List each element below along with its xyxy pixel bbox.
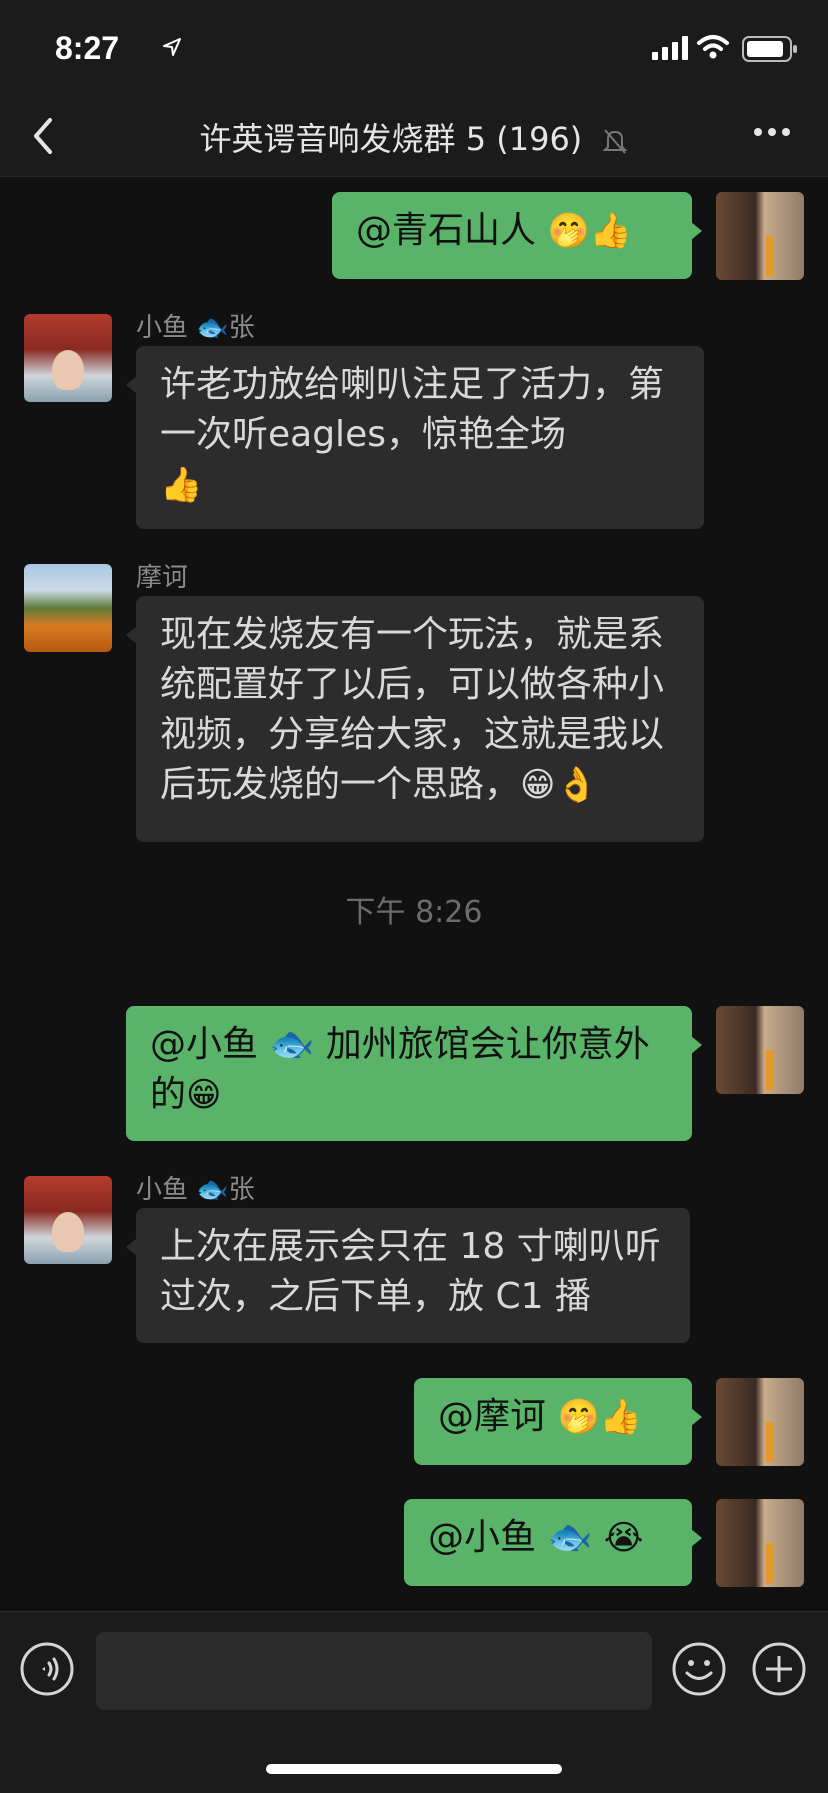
message-emoji: 🤭👍 <box>547 211 633 251</box>
mute-bell-icon <box>603 129 628 154</box>
sender-name: 摩诃 <box>136 563 189 593</box>
message-emoji: 😭 <box>603 1518 644 1558</box>
message-emoji: 😁👌 <box>520 765 598 805</box>
status-time: 8:27 <box>55 30 120 66</box>
message-text: @小鱼 🐟 <box>428 1517 604 1558</box>
chat-title: 许英谔音响发烧群 5 (196) <box>0 114 828 160</box>
message-text: @青石山人 <box>356 210 548 251</box>
sender-avatar[interactable] <box>24 1176 112 1264</box>
chat-title-text: 许英谔音响发烧群 5 (196) <box>199 120 583 158</box>
message-emoji: 🤭👍 <box>557 1397 643 1437</box>
emoji-icon[interactable] <box>672 1642 726 1696</box>
my-avatar[interactable] <box>716 192 804 280</box>
sender-name: 小鱼 🐟张 <box>136 1175 255 1205</box>
sender-avatar[interactable] <box>24 564 112 652</box>
message-text: @摩诃 <box>438 1396 558 1437</box>
message-text: @小鱼 🐟 加州旅馆会让你意外的 <box>150 1024 650 1115</box>
message-emoji: 😁 <box>186 1075 222 1115</box>
message-text: 上次在展示会只在 18 寸喇叭听过次，之后下单，放 C1 播 <box>160 1226 661 1317</box>
my-avatar[interactable] <box>716 1499 804 1587</box>
battery-icon <box>742 36 797 62</box>
chat-timestamp: 下午 8:26 <box>345 895 483 930</box>
location-arrow-icon <box>163 38 181 56</box>
message-bubble-outgoing[interactable]: @小鱼 🐟 加州旅馆会让你意外的😁 <box>126 1006 702 1141</box>
home-indicator[interactable] <box>266 1764 562 1774</box>
message-bubble-incoming[interactable]: 现在发烧友有一个玩法，就是系统配置好了以后，可以做各种小视频，分享给大家，这就是… <box>126 596 704 842</box>
my-avatar[interactable] <box>716 1006 804 1094</box>
my-avatar[interactable] <box>716 1378 804 1466</box>
message-bubble-outgoing[interactable]: @青石山人 🤭👍 <box>332 192 702 279</box>
more-icon[interactable] <box>752 126 792 138</box>
voice-icon[interactable] <box>20 1642 74 1696</box>
signal-icon <box>652 36 688 60</box>
message-bubble-outgoing[interactable]: @摩诃 🤭👍 <box>414 1378 702 1465</box>
plus-icon[interactable] <box>752 1642 806 1696</box>
message-input[interactable] <box>96 1632 652 1710</box>
message-bubble-outgoing[interactable]: @小鱼 🐟 😭 <box>404 1499 702 1586</box>
nav-bar: 许英谔音响发烧群 5 (196) <box>0 96 828 177</box>
message-bubble-incoming[interactable]: 上次在展示会只在 18 寸喇叭听过次，之后下单，放 C1 播 <box>126 1208 690 1343</box>
wifi-icon <box>697 35 729 59</box>
status-bar: 8:27 <box>0 0 828 96</box>
sender-avatar[interactable] <box>24 314 112 402</box>
sender-name: 小鱼 🐟张 <box>136 313 255 343</box>
message-text: 许老功放给喇叭注足了活力，第一次听eagles，惊艳全场 <box>160 364 665 455</box>
chat-message-list[interactable]: @青石山人 🤭👍 小鱼 🐟张 许老功放给喇叭注足了活力，第一次听eagles，惊… <box>0 177 828 1611</box>
message-emoji: 👍 <box>160 465 203 505</box>
message-bubble-incoming[interactable]: 许老功放给喇叭注足了活力，第一次听eagles，惊艳全场 👍 <box>126 346 704 529</box>
